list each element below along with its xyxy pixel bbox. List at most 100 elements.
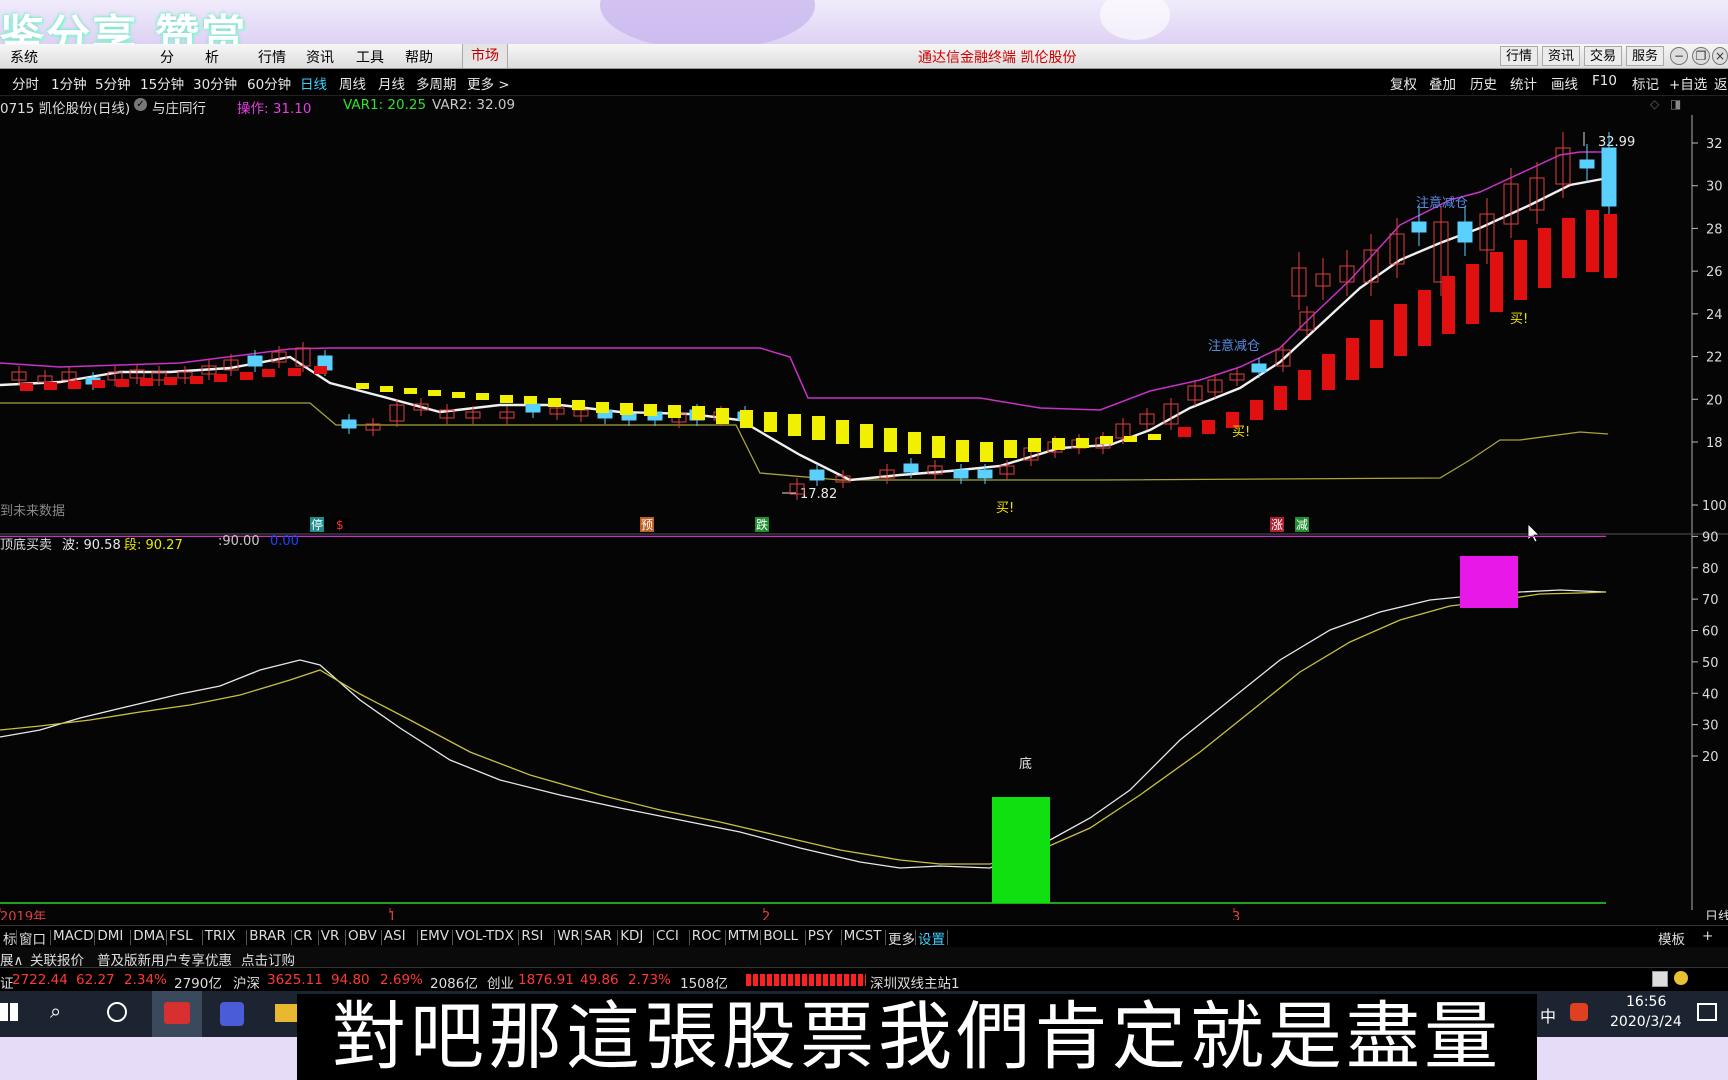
tab-vr[interactable]: VR [321, 928, 340, 944]
stock-chart[interactable]: 323028262422201810090807060504030202019年… [0, 115, 1728, 920]
top-service-button[interactable]: 服务 [1626, 46, 1665, 66]
tool-draw[interactable]: 画线 [1551, 73, 1578, 93]
tab-mcst[interactable]: MCST [844, 928, 882, 944]
restore-icon[interactable]: ❐ [1692, 47, 1710, 65]
search-icon[interactable]: ⌕ [50, 999, 61, 1023]
tab-wr[interactable]: WR [557, 928, 580, 944]
close-icon[interactable]: × [1712, 47, 1728, 65]
period-more[interactable]: 更多 > [467, 73, 510, 93]
sogou-icon[interactable] [1570, 1003, 1588, 1021]
minimize-icon[interactable]: − [1670, 47, 1688, 65]
yellow-ribbon-block [548, 398, 561, 407]
related-quotes-link[interactable]: 关联报价 [30, 949, 84, 969]
template-button[interactable]: 模板 [1658, 928, 1685, 948]
add-indicator-button[interactable]: + [1702, 928, 1713, 944]
tab-dma[interactable]: DMA [133, 928, 164, 944]
menu-tools[interactable]: 工具 [356, 47, 384, 67]
notification-icon[interactable] [1697, 1003, 1717, 1021]
indicator-name[interactable]: 顶底买卖 [0, 534, 52, 553]
subscribe-link[interactable]: 点击订购 [241, 949, 295, 969]
indicator-tab-bar: 标窗口 MACD DMI DMA FSL TRIX BRAR CR VR OBV ASI EMV VOL… [0, 925, 1728, 948]
tab-emv[interactable]: EMV [420, 928, 449, 944]
candle-body [1457, 221, 1473, 243]
file-explorer-icon[interactable] [275, 1004, 297, 1022]
app-icon[interactable] [220, 1002, 244, 1026]
layout-icon[interactable] [1652, 971, 1668, 987]
check-icon[interactable]: ✓ [134, 98, 147, 111]
period-60min[interactable]: 60分钟 [247, 73, 291, 93]
tab-fsl[interactable]: FSL [169, 928, 193, 944]
period-30min[interactable]: 30分钟 [193, 73, 237, 93]
tool-history[interactable]: 历史 [1470, 73, 1497, 93]
tab-更多[interactable]: 更多 [888, 928, 915, 948]
tab-psy[interactable]: PSY [808, 928, 833, 944]
menu-help[interactable]: 帮助 [405, 47, 433, 67]
window-title: 通达信金融终端 凯伦股份 [918, 50, 1077, 66]
tool-f10[interactable]: F10 [1592, 73, 1617, 89]
tab-separator [885, 930, 886, 945]
formula-tag[interactable]: 与庄同行 [152, 97, 206, 117]
period-multi[interactable]: 多周期 [416, 73, 457, 93]
red-ribbon-block [1250, 400, 1263, 420]
promo-link[interactable]: 普及版新用户专享优惠 [97, 949, 232, 969]
tab-cci[interactable]: CCI [656, 928, 679, 944]
period-intraday[interactable]: 分时 [12, 73, 39, 93]
market-button[interactable]: 市场 [462, 44, 508, 68]
tool-adjust[interactable]: 复权 [1390, 73, 1417, 93]
task-view-icon[interactable] [107, 1002, 127, 1022]
tool-overlay[interactable]: 叠加 [1429, 73, 1456, 93]
top-quotes-button[interactable]: 行情 [1500, 46, 1539, 66]
panel-toggle-icon[interactable]: ◨ [1670, 97, 1681, 111]
tab-mtm[interactable]: MTM [728, 928, 760, 944]
tab-boll[interactable]: BOLL [763, 928, 798, 944]
status-icon[interactable] [1674, 971, 1688, 985]
windows-start-icon[interactable] [0, 1003, 18, 1021]
tool-mark[interactable]: 标记 [1632, 73, 1659, 93]
expand-toggle[interactable]: 展∧ [0, 949, 23, 969]
period-weekly[interactable]: 周线 [339, 73, 366, 93]
server-name[interactable]: 深圳双线主站1 [870, 972, 960, 992]
period-daily[interactable]: 日线 [300, 73, 327, 93]
clock-date[interactable]: 2020/3/24 [1610, 1014, 1682, 1030]
menu-analysis-a[interactable]: 分 [160, 47, 174, 67]
low-price-label: 17.82 [800, 487, 837, 502]
ime-indicator[interactable]: 中 [1540, 1003, 1556, 1027]
tab-cr[interactable]: CR [294, 928, 313, 944]
clock-time[interactable]: 16:56 [1626, 994, 1666, 1010]
tab-obv[interactable]: OBV [348, 928, 377, 944]
period-5min[interactable]: 5分钟 [95, 73, 131, 93]
tab-rsi[interactable]: RSI [521, 928, 543, 944]
tab-roc[interactable]: ROC [692, 928, 721, 944]
tab-asi[interactable]: ASI [384, 928, 406, 944]
period-monthly[interactable]: 月线 [378, 73, 405, 93]
top-news-button[interactable]: 资讯 [1542, 46, 1581, 66]
menu-quotes[interactable]: 行情 [258, 47, 286, 67]
yellow-ribbon-block [884, 428, 897, 452]
tab-separator [452, 930, 454, 945]
yellow-ribbon-block [1004, 440, 1017, 458]
tab-trix[interactable]: TRIX [205, 928, 236, 944]
period-1min[interactable]: 1分钟 [51, 73, 87, 93]
tdx-app-icon[interactable] [152, 991, 202, 1037]
top-trade-button[interactable]: 交易 [1584, 46, 1623, 66]
tab-设置[interactable]: 设置 [918, 928, 945, 948]
tab-brar[interactable]: BRAR [249, 928, 286, 944]
tab-vol-tdx[interactable]: VOL-TDX [455, 928, 513, 944]
tab-kdj[interactable]: KDJ [620, 928, 643, 944]
tab-标[interactable]: 标 [3, 928, 17, 948]
diamond-icon[interactable]: ◇ [1650, 97, 1659, 111]
menu-analysis-b[interactable]: 析 [205, 47, 219, 67]
period-15min[interactable]: 15分钟 [140, 73, 184, 93]
yellow-ribbon-block [1028, 438, 1041, 452]
tool-return[interactable]: 返 [1714, 73, 1728, 93]
tab-dmi[interactable]: DMI [97, 928, 123, 944]
menu-news[interactable]: 资讯 [306, 47, 334, 67]
tool-stats[interactable]: 统计 [1510, 73, 1537, 93]
red-ribbon-block [92, 380, 105, 388]
menu-bar: 系统 分 析 行情 资讯 工具 帮助 市场 通达信金融终端 凯伦股份 行情 资讯… [0, 44, 1728, 69]
tab-macd[interactable]: MACD [53, 928, 93, 944]
tab-窗口[interactable]: 窗口 [19, 928, 46, 948]
tool-add-favorite[interactable]: +自选 [1669, 73, 1707, 93]
menu-system[interactable]: 系统 [10, 47, 38, 67]
tab-sar[interactable]: SAR [584, 928, 611, 944]
